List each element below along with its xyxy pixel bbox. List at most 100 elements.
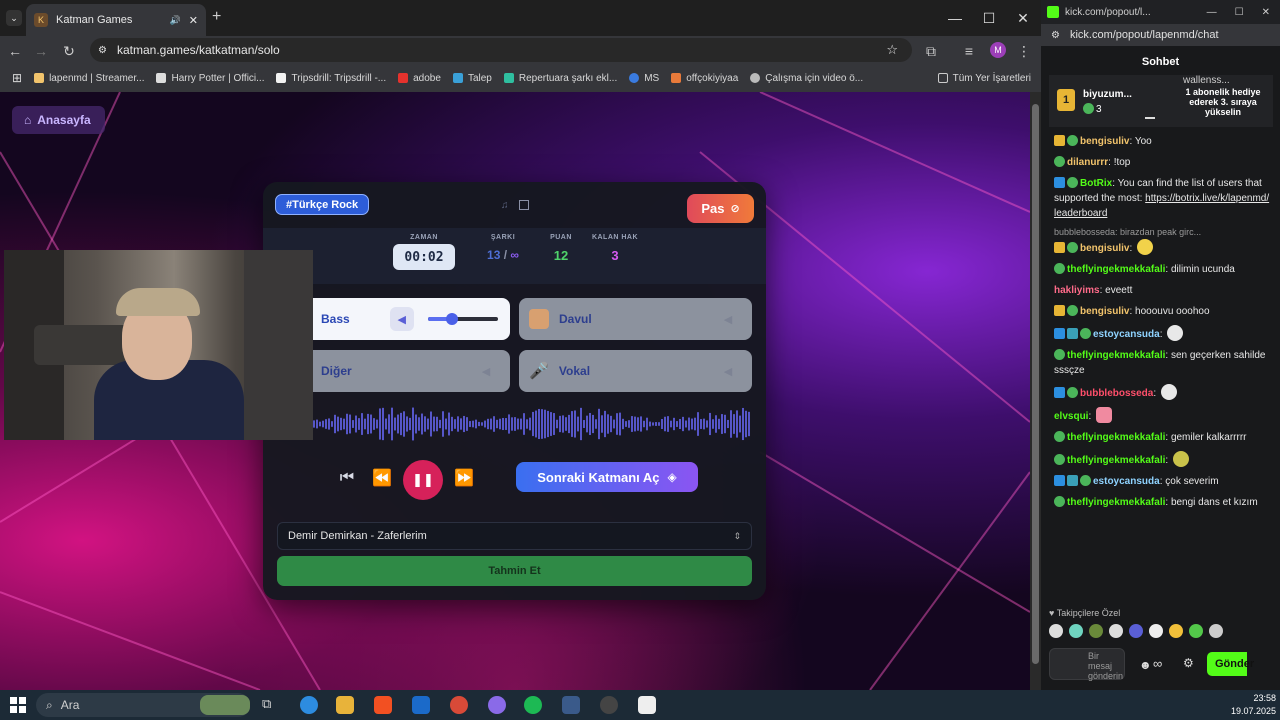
rewind-icon[interactable]: ⏪ [371,468,393,488]
emoji-picker-icon[interactable]: ☻ [1139,658,1152,672]
reload-icon[interactable]: ↻ [58,40,80,62]
taskbar-clock[interactable]: 23:58 19.07.2025 [1218,692,1276,718]
spotify-icon[interactable] [524,696,542,714]
fast-forward-icon[interactable]: ⏩ [453,468,475,488]
task-view-icon[interactable]: ⧉ [262,696,280,714]
second-gifter-name: wallenss... [1183,75,1230,86]
waveform-bar [622,418,624,430]
taskbar-search[interactable]: ⌕ Ara [36,693,250,717]
profile-avatar[interactable]: M [990,42,1006,58]
link-icon: ⊘ [730,203,740,215]
extensions-icon[interactable]: ⧉ [920,40,942,62]
waveform-bar [673,417,675,431]
emote-5-icon[interactable] [1129,624,1143,638]
maximize-button[interactable]: ☐ [974,6,1004,30]
skip-back-icon[interactable]: ⏮ [337,468,357,488]
waveform[interactable] [313,406,753,442]
bookmark-8[interactable]: offçokiyiyaa [671,73,738,84]
pinned-collapse-icon[interactable] [1145,117,1155,119]
speaker-icon[interactable]: 🔊 [170,15,181,26]
bookmark-1[interactable]: lapenmd | Streamer... [34,73,144,84]
page-scrollbar-thumb[interactable] [1032,104,1039,664]
waveform-bar [685,420,687,428]
bass-mute-icon[interactable]: ◀ [389,307,414,331]
chat-message-input[interactable]: Bir mesaj gönderin [1049,648,1125,681]
media-control-icon[interactable]: ≡ [958,40,980,62]
chat-message: theflyingekmekkafali: bengi dans et kızı… [1054,495,1270,510]
pause-button[interactable]: ❚❚ [403,460,443,500]
waveform-bar [487,418,489,430]
emote-9-icon[interactable] [1209,624,1223,638]
tab-close-icon[interactable]: ✕ [189,14,198,27]
emote-4-icon[interactable] [1109,624,1123,638]
guess-button[interactable]: Tahmin Et [277,556,752,586]
chat-maximize-button[interactable]: ☐ [1235,7,1244,18]
obs-icon[interactable] [600,696,618,714]
chat-close-button[interactable]: ✕ [1262,7,1270,18]
bookmark-6[interactable]: Repertuara şarkı ekl... [503,73,617,84]
tab-search-button[interactable]: ⌄ [6,10,22,26]
waveform-bar [514,417,516,431]
heart-icon: ♥ [1049,608,1055,618]
menu-kebab-icon[interactable]: ⋮ [1013,40,1035,62]
back-arrow-icon[interactable]: ← [4,40,26,62]
chat-minimize-button[interactable]: — [1207,7,1217,18]
store-icon[interactable] [374,696,392,714]
file-explorer-icon[interactable] [336,696,354,714]
steam-icon[interactable] [562,696,580,714]
bookmark-star-icon[interactable]: ☆ [886,42,898,58]
waveform-bar [415,414,417,434]
bookmark-4[interactable]: adobe [398,73,441,84]
emote-6-icon[interactable] [1149,624,1163,638]
waveform-bar [418,417,420,431]
emote-8-icon[interactable] [1189,624,1203,638]
katman-favicon: K [34,13,48,27]
layer-vocal[interactable]: 🎤 Vokal ◀ [519,350,752,392]
bookmark-5[interactable]: Talep [452,73,492,84]
forward-arrow-icon[interactable]: → [30,40,52,62]
chrome-icon[interactable] [450,696,468,714]
reply-preview[interactable]: bubblebosseda: birazdan peak girc... [1054,227,1270,237]
edge-icon[interactable] [300,696,318,714]
drums-mute-icon[interactable]: ◀ [716,307,740,331]
gift-icon [1083,103,1094,114]
minimize-button[interactable]: — [940,6,970,30]
waveform-bar [373,418,375,430]
chat-address-bar[interactable]: ⚙ kick.com/popout/lapenmd/chat [1041,24,1280,46]
all-bookmarks-button[interactable]: Tüm Yer İşaretleri [937,73,1031,84]
bass-volume-slider[interactable] [427,313,498,325]
waveform-bar [454,419,456,429]
bookmark-9[interactable]: Çalışma için video ö... [750,73,863,84]
emote-7-icon[interactable] [1169,624,1183,638]
song-select[interactable]: Demir Demirkan - Zaferlerim ⇕ [277,522,752,550]
waveform-bar [451,416,453,432]
emote-2-icon[interactable] [1069,624,1083,638]
tab-katman-games[interactable]: K Katman Games 🔊 ✕ [26,4,206,36]
bookmark-3[interactable]: Tripsdrill: Tripsdrill -... [276,73,386,84]
home-button[interactable]: ⌂ Anasayfa [12,106,105,134]
emote-1-icon[interactable] [1049,624,1063,638]
bass-volume-knob[interactable] [446,313,459,325]
layer-drums[interactable]: Davul ◀ [519,298,752,340]
apps-grid-icon[interactable]: ⊞ [12,71,22,85]
chrome-profile-icon[interactable] [488,696,506,714]
pass-button[interactable]: Pas ⊘ [687,194,754,223]
infinity-icon[interactable]: ∞ [1153,656,1162,671]
bookmark-2[interactable]: Harry Potter | Offici... [156,73,264,84]
send-button[interactable]: Gönder [1207,652,1254,676]
waveform-bar [646,417,648,431]
other-mute-icon[interactable]: ◀ [474,359,498,383]
windows-start-icon[interactable] [10,697,26,713]
outlook-icon[interactable] [412,696,430,714]
close-window-button[interactable]: ✕ [1008,6,1038,30]
emote-3-icon[interactable] [1089,624,1103,638]
app-icon[interactable] [638,696,656,714]
chat-site-info-icon[interactable]: ⚙ [1051,30,1060,41]
new-tab-button[interactable]: + [212,8,221,26]
address-bar[interactable]: ⚙ katman.games/katkatman/solo ☆ [90,38,912,62]
settings-gear-icon[interactable]: ⚙ [1183,656,1194,670]
site-info-icon[interactable]: ⚙ [98,45,107,56]
bookmark-7[interactable]: MS [629,73,659,84]
next-layer-button[interactable]: Sonraki Katmanı Aç ◈ [516,462,698,492]
vocal-mute-icon[interactable]: ◀ [716,359,740,383]
